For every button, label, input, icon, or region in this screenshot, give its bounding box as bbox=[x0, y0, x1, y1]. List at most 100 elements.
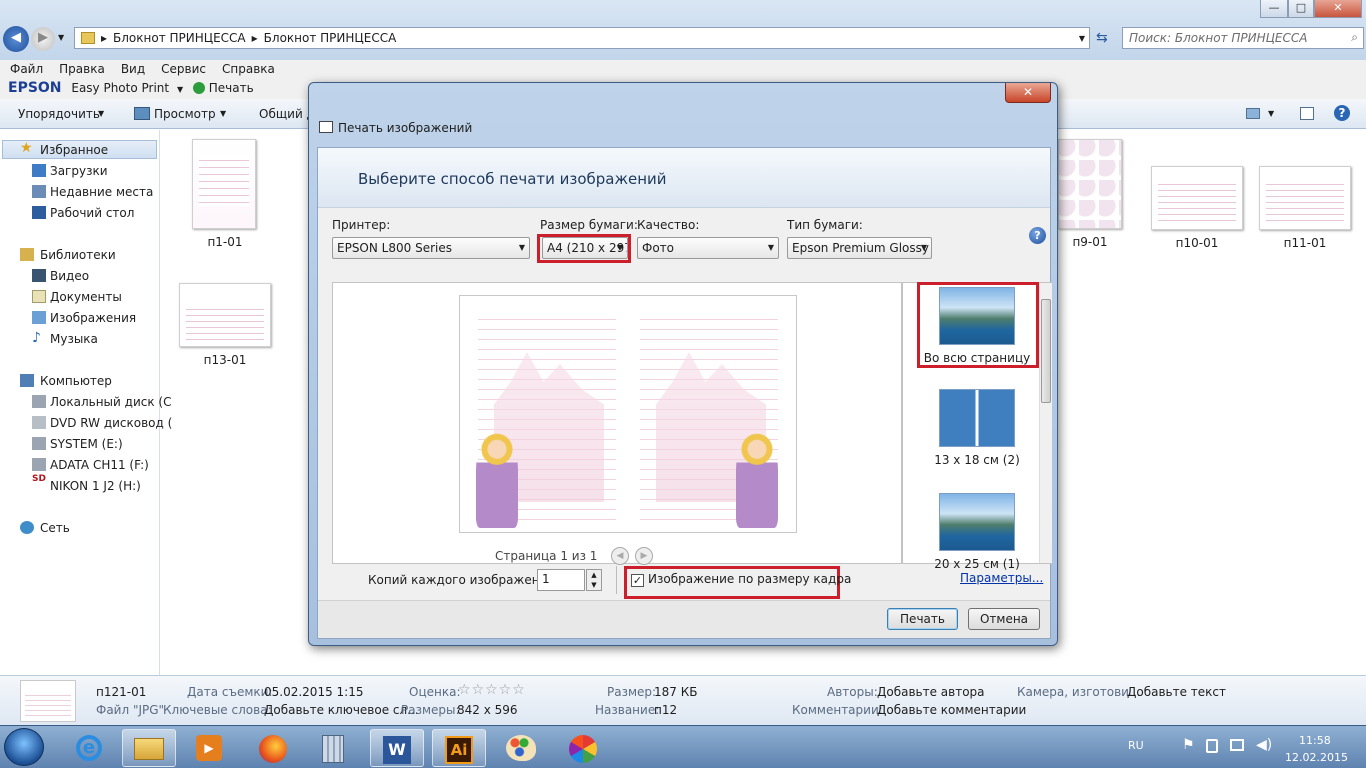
file-item[interactable]: п11-01 bbox=[1259, 166, 1351, 250]
details-title-value[interactable]: п12 bbox=[654, 703, 677, 717]
search-icon: ⌕ bbox=[1351, 30, 1358, 44]
sidebar-item-local-disk[interactable]: Локальный диск (С bbox=[50, 395, 171, 409]
volume-icon[interactable]: ◀) bbox=[1256, 737, 1272, 753]
sidebar-network[interactable]: Сеть bbox=[40, 521, 70, 535]
fit-frame-checkbox[interactable]: ✓ bbox=[631, 574, 644, 587]
breadcrumb-separator-icon: ▸ bbox=[251, 31, 258, 45]
sidebar-libraries[interactable]: Библиотеки bbox=[40, 248, 116, 262]
epson-dropdown-icon[interactable]: ▼ bbox=[177, 85, 183, 94]
menu-edit[interactable]: Правка bbox=[59, 60, 105, 78]
sidebar-favorites[interactable]: Избранное bbox=[40, 143, 108, 157]
clock-time[interactable]: 11:58 bbox=[1299, 734, 1331, 747]
clock-date[interactable]: 12.02.2015 bbox=[1285, 751, 1348, 764]
preview-pane-icon[interactable] bbox=[1300, 107, 1314, 120]
close-window-button[interactable]: ✕ bbox=[1314, 0, 1362, 18]
taskbar-illustrator[interactable]: Ai bbox=[432, 729, 486, 767]
sidebar-item-video[interactable]: Видео bbox=[50, 269, 89, 283]
help-icon[interactable]: ? bbox=[1334, 105, 1350, 121]
dialog-heading: Выберите способ печати изображений bbox=[318, 148, 1050, 208]
quality-select[interactable]: Фото bbox=[637, 237, 779, 259]
address-bar[interactable]: ▸ Блокнот ПРИНЦЕССА ▸ Блокнот ПРИНЦЕССА … bbox=[74, 27, 1090, 49]
print-button[interactable]: Печать bbox=[887, 608, 958, 630]
maximize-button[interactable]: □ bbox=[1288, 0, 1314, 18]
organize-dropdown-icon[interactable]: ▼ bbox=[98, 99, 104, 129]
menu-tools[interactable]: Сервис bbox=[161, 60, 206, 78]
menu-file[interactable]: Файл bbox=[10, 60, 43, 78]
file-item[interactable]: п1-01 bbox=[192, 139, 258, 249]
sidebar-item-pictures[interactable]: Изображения bbox=[50, 311, 136, 325]
dialog-close-button[interactable]: ✕ bbox=[1005, 83, 1051, 103]
details-keywords-value[interactable]: Добавьте ключевое сл... bbox=[264, 703, 419, 717]
breadcrumb-item[interactable]: Блокнот ПРИНЦЕССА bbox=[264, 31, 397, 45]
network-tray-icon[interactable] bbox=[1230, 739, 1244, 751]
views-dropdown-icon[interactable]: ▼ bbox=[1268, 99, 1274, 129]
taskbar-firefox[interactable] bbox=[246, 729, 300, 767]
taskbar-calculator[interactable] bbox=[306, 729, 360, 767]
menu-help[interactable]: Справка bbox=[222, 60, 275, 78]
epson-app-menu[interactable]: Easy Photo Print bbox=[71, 81, 169, 95]
start-button[interactable] bbox=[4, 728, 44, 766]
minimize-button[interactable]: — bbox=[1260, 0, 1288, 18]
layout-20x25[interactable]: 20 x 25 см (1) bbox=[921, 493, 1033, 571]
paper-type-label: Тип бумаги: bbox=[787, 218, 863, 232]
action-center-flag-icon[interactable]: ⚑ bbox=[1182, 737, 1195, 753]
preview-dropdown-icon[interactable]: ▼ bbox=[220, 99, 226, 129]
breadcrumb-item[interactable]: Блокнот ПРИНЦЕССА bbox=[113, 31, 246, 45]
search-input[interactable]: Поиск: Блокнот ПРИНЦЕССА ⌕ bbox=[1122, 27, 1364, 49]
prev-page-icon[interactable]: ◀ bbox=[611, 547, 629, 565]
scrollbar-thumb[interactable] bbox=[1041, 299, 1051, 403]
language-indicator[interactable]: RU bbox=[1128, 739, 1144, 752]
taskbar-paint[interactable] bbox=[494, 729, 548, 767]
sidebar-item-adata[interactable]: ADATA CH11 (F:) bbox=[50, 458, 149, 472]
sidebar-item-desktop[interactable]: Рабочий стол bbox=[50, 206, 134, 220]
organize-button[interactable]: Упорядочить bbox=[18, 99, 100, 129]
file-item[interactable]: п9-01 bbox=[1058, 139, 1122, 249]
paper-type-select[interactable]: Epson Premium Glossy bbox=[787, 237, 932, 259]
sidebar-item-nikon[interactable]: NIKON 1 J2 (H:) bbox=[50, 479, 141, 493]
sidebar-item-music[interactable]: Музыка bbox=[50, 332, 98, 346]
sidebar-item-recent[interactable]: Недавние места bbox=[50, 185, 153, 199]
parameters-link[interactable]: Параметры... bbox=[960, 571, 1043, 585]
address-dropdown-icon[interactable]: ▼ bbox=[1079, 34, 1085, 43]
taskbar-picasa[interactable] bbox=[556, 729, 610, 767]
file-item[interactable]: п13-01 bbox=[179, 283, 271, 367]
usb-device-icon[interactable] bbox=[1206, 739, 1218, 753]
layout-13x18[interactable]: 13 x 18 см (2) bbox=[921, 389, 1033, 467]
preview-button[interactable]: Просмотр bbox=[154, 99, 216, 129]
sidebar-item-dvd[interactable]: DVD RW дисковод ( bbox=[50, 416, 172, 430]
share-button[interactable]: Общий д bbox=[259, 99, 315, 129]
sidebar-item-system[interactable]: SYSTEM (E:) bbox=[50, 437, 123, 451]
firefox-icon bbox=[259, 735, 287, 763]
print-preview-area: Страница 1 из 1 ◀ ▶ bbox=[332, 282, 902, 565]
details-date-value[interactable]: 05.02.2015 1:15 bbox=[264, 685, 363, 699]
search-placeholder: Поиск: Блокнот ПРИНЦЕССА bbox=[1129, 31, 1308, 45]
sidebar-computer[interactable]: Компьютер bbox=[40, 374, 112, 388]
sidebar-item-downloads[interactable]: Загрузки bbox=[50, 164, 108, 178]
back-icon[interactable]: ◀ bbox=[3, 26, 29, 52]
details-camera-value[interactable]: Добавьте текст bbox=[1127, 685, 1226, 699]
cancel-button[interactable]: Отмена bbox=[968, 608, 1040, 630]
copies-spinner[interactable]: ▲ ▼ bbox=[586, 569, 602, 591]
next-page-icon[interactable]: ▶ bbox=[635, 547, 653, 565]
details-rating-label: Оценка: bbox=[409, 685, 461, 699]
taskbar-word[interactable]: W bbox=[370, 729, 424, 767]
rating-stars-icon[interactable]: ☆☆☆☆☆ bbox=[458, 682, 526, 698]
views-icon[interactable] bbox=[1246, 108, 1260, 119]
taskbar-explorer[interactable] bbox=[122, 729, 176, 767]
details-authors-value[interactable]: Добавьте автора bbox=[877, 685, 985, 699]
layout-label: 20 x 25 см (1) bbox=[934, 557, 1020, 571]
taskbar-media-player[interactable]: ▶ bbox=[182, 729, 236, 767]
recent-pages-icon[interactable]: ▼ bbox=[58, 33, 64, 42]
copies-input[interactable]: 1 bbox=[537, 569, 585, 591]
menu-view[interactable]: Вид bbox=[121, 60, 145, 78]
layout-scrollbar[interactable] bbox=[1039, 283, 1052, 563]
details-comments-value[interactable]: Добавьте комментарии bbox=[877, 703, 1026, 717]
taskbar-ie[interactable]: e bbox=[62, 729, 116, 767]
sidebar-item-documents[interactable]: Документы bbox=[50, 290, 122, 304]
file-item[interactable]: п10-01 bbox=[1151, 166, 1243, 250]
refresh-icon[interactable]: ⇆ bbox=[1096, 30, 1108, 46]
epson-print-button[interactable]: Печать bbox=[209, 81, 254, 95]
forward-icon[interactable]: ▶ bbox=[31, 27, 55, 51]
printer-select[interactable]: EPSON L800 Series bbox=[332, 237, 530, 259]
help-icon[interactable]: ? bbox=[1029, 227, 1046, 244]
